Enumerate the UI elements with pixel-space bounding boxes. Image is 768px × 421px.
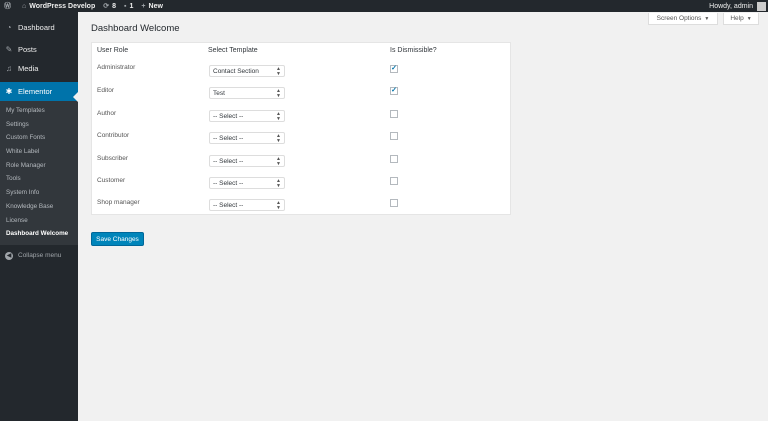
submenu-license[interactable]: License [0, 214, 78, 228]
submenu-role-manager[interactable]: Role Manager [0, 159, 78, 173]
role-label: Subscriber [97, 155, 129, 162]
select-arrows-icon: ▲ ▼ [276, 111, 281, 122]
site-name: WordPress Develop [29, 2, 96, 10]
menu-dashboard[interactable]: ◔ Dashboard [0, 18, 78, 37]
wordpress-logo-menu[interactable]: Ⓦ [0, 0, 18, 12]
template-select[interactable]: -- Select -- ▲ ▼ [209, 132, 285, 144]
comments-link[interactable]: ▪ 1 [120, 0, 137, 12]
screen-options-button[interactable]: Screen Options ▼ [648, 13, 718, 25]
dismissible-checkbox[interactable]: ✓ [390, 65, 398, 73]
menu-media[interactable]: ♫ Media [0, 59, 78, 78]
header-select-template: Select Template [208, 47, 258, 54]
dashboard-icon: ◔ [6, 23, 12, 32]
help-label: Help [730, 15, 744, 22]
template-select-value: -- Select -- [213, 134, 244, 142]
save-changes-label: Save Changes [96, 235, 139, 243]
admin-sidebar: ◔ Dashboard ✎ Posts ♫ Media ✱ Elementor … [0, 12, 78, 421]
elementor-icon: ✱ [5, 87, 13, 96]
page-title: Dashboard Welcome [91, 23, 180, 34]
select-arrows-icon: ▲ ▼ [276, 200, 281, 211]
template-select[interactable]: Test ▲ ▼ [209, 87, 285, 99]
role-label: Contributor [97, 132, 130, 139]
home-icon: ⌂ [22, 2, 27, 10]
menu-posts[interactable]: ✎ Posts [0, 40, 78, 59]
template-select-value: -- Select -- [213, 179, 244, 187]
dismissible-checkbox[interactable] [390, 199, 398, 207]
template-select[interactable]: -- Select -- ▲ ▼ [209, 155, 285, 167]
submenu-settings[interactable]: Settings [0, 118, 78, 132]
submenu-tools[interactable]: Tools [0, 172, 78, 186]
submenu-knowledge-base[interactable]: Knowledge Base [0, 200, 78, 214]
checkmark-icon: ✓ [391, 87, 397, 94]
template-select[interactable]: Contact Section ▲ ▼ [209, 65, 285, 77]
screen-options-label: Screen Options [656, 15, 702, 22]
caret-down-icon: ▼ [746, 15, 752, 22]
header-is-dismissible: Is Dismissible? [390, 47, 437, 54]
collapse-menu-label: Collapse menu [18, 252, 62, 260]
new-label: New [148, 2, 163, 10]
collapse-icon: ◀ [5, 251, 13, 260]
template-select[interactable]: -- Select -- ▲ ▼ [209, 199, 285, 211]
menu-elementor-label: Elementor [18, 87, 53, 96]
select-arrows-icon: ▲ ▼ [276, 178, 281, 189]
avatar [757, 1, 766, 11]
updates-count: 8 [112, 2, 117, 10]
menu-elementor[interactable]: ✱ Elementor [0, 82, 78, 101]
elementor-submenu: My Templates Settings Custom Fonts White… [0, 101, 78, 245]
help-button[interactable]: Help ▼ [723, 13, 759, 25]
template-select-value: Contact Section [213, 67, 259, 75]
site-name-link[interactable]: ⌂ WordPress Develop [18, 0, 99, 12]
admin-bar: Ⓦ ⌂ WordPress Develop ⟳ 8 ▪ 1 + New Howd… [0, 0, 768, 12]
dismissible-checkbox[interactable] [390, 177, 398, 185]
dismissible-checkbox[interactable] [390, 132, 398, 140]
select-arrows-icon: ▲ ▼ [276, 66, 281, 77]
comments-count: 1 [129, 2, 134, 10]
role-label: Editor [97, 87, 114, 94]
template-select[interactable]: -- Select -- ▲ ▼ [209, 177, 285, 189]
collapse-menu-button[interactable]: ◀ Collapse menu [0, 248, 78, 264]
menu-dashboard-label: Dashboard [18, 23, 55, 32]
updates-link[interactable]: ⟳ 8 [99, 0, 120, 12]
new-content-link[interactable]: + New [137, 0, 167, 12]
template-select-value: -- Select -- [213, 112, 244, 120]
menu-posts-label: Posts [18, 45, 37, 54]
submenu-system-info[interactable]: System Info [0, 186, 78, 200]
howdy-text: Howdy, admin [709, 2, 753, 10]
role-label: Administrator [97, 64, 136, 71]
template-select[interactable]: -- Select -- ▲ ▼ [209, 110, 285, 122]
submenu-my-templates[interactable]: My Templates [0, 104, 78, 118]
select-arrows-icon: ▲ ▼ [276, 88, 281, 99]
dismissible-checkbox[interactable]: ✓ [390, 87, 398, 95]
template-select-value: -- Select -- [213, 157, 244, 165]
role-label: Shop manager [97, 199, 140, 206]
role-label: Customer [97, 177, 126, 184]
role-template-table: User Role Select Template Is Dismissible… [91, 42, 511, 215]
comment-icon: ▪ [124, 2, 127, 10]
submenu-white-label[interactable]: White Label [0, 145, 78, 159]
select-arrows-icon: ▲ ▼ [276, 156, 281, 167]
checkmark-icon: ✓ [391, 65, 397, 72]
save-changes-button[interactable]: Save Changes [91, 232, 144, 246]
menu-media-label: Media [18, 64, 39, 73]
pin-icon: ✎ [5, 45, 13, 54]
select-arrows-icon: ▲ ▼ [276, 133, 281, 144]
template-select-value: -- Select -- [213, 201, 244, 209]
wordpress-logo-icon: Ⓦ [4, 3, 11, 10]
role-label: Author [97, 110, 117, 117]
media-icon: ♫ [6, 64, 12, 73]
current-menu-arrow [73, 92, 78, 102]
dismissible-checkbox[interactable] [390, 155, 398, 163]
submenu-custom-fonts[interactable]: Custom Fonts [0, 131, 78, 145]
dismissible-checkbox[interactable] [390, 110, 398, 118]
updates-icon: ⟳ [103, 3, 110, 10]
my-account[interactable]: Howdy, admin [709, 1, 768, 11]
header-user-role: User Role [97, 47, 129, 54]
template-select-value: Test [213, 89, 225, 97]
submenu-dashboard-welcome[interactable]: Dashboard Welcome [0, 227, 78, 241]
plus-icon: + [141, 2, 146, 10]
caret-down-icon: ▼ [704, 15, 710, 22]
